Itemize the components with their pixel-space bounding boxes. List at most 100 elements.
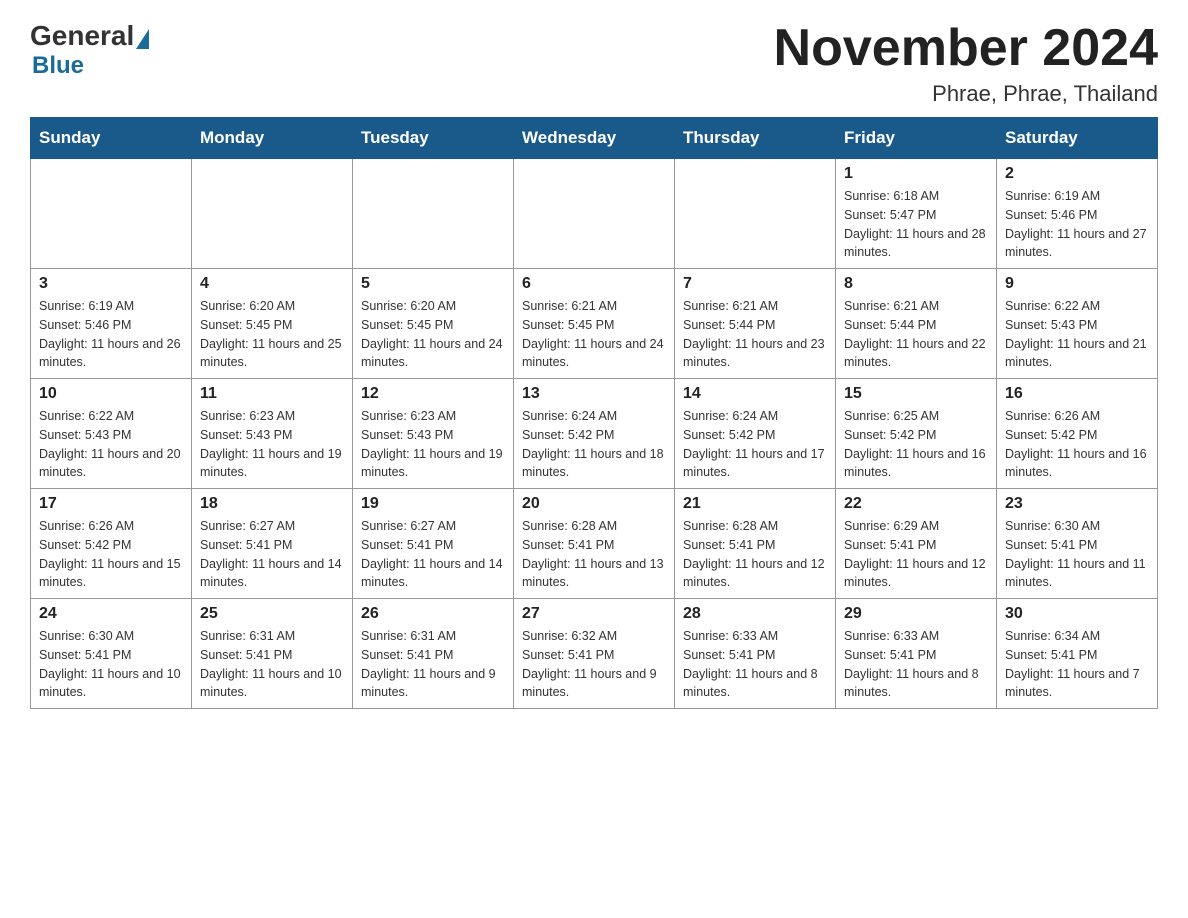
month-title: November 2024 <box>774 20 1158 77</box>
day-number: 13 <box>522 385 666 403</box>
day-info: Sunrise: 6:25 AM Sunset: 5:42 PM Dayligh… <box>844 407 988 482</box>
day-number: 27 <box>522 605 666 623</box>
table-row: 23 Sunrise: 6:30 AM Sunset: 5:41 PM Dayli… <box>997 489 1158 599</box>
day-info: Sunrise: 6:23 AM Sunset: 5:43 PM Dayligh… <box>361 407 505 482</box>
day-info: Sunrise: 6:19 AM Sunset: 5:46 PM Dayligh… <box>1005 187 1149 262</box>
logo: General Blue <box>30 20 149 80</box>
table-row: 26Sunrise: 6:31 AM Sunset: 5:41 PM Dayli… <box>353 599 514 709</box>
table-row: 2 Sunrise: 6:19 AM Sunset: 5:46 PM Daylig… <box>997 159 1158 269</box>
day-number: 24 <box>39 605 183 623</box>
day-number: 29 <box>844 605 988 623</box>
table-row: 22Sunrise: 6:29 AM Sunset: 5:41 PM Dayli… <box>836 489 997 599</box>
logo-blue-text: Blue <box>32 52 84 80</box>
col-monday: Monday <box>192 118 353 159</box>
day-info: Sunrise: 6:28 AM Sunset: 5:41 PM Dayligh… <box>522 517 666 592</box>
day-info: Sunrise: 6:19 AM Sunset: 5:46 PM Dayligh… <box>39 297 183 372</box>
calendar-week-row: 10 Sunrise: 6:22 AM Sunset: 5:43 PM Dayli… <box>31 379 1158 489</box>
day-info: Sunrise: 6:22 AM Sunset: 5:43 PM Dayligh… <box>39 407 183 482</box>
day-info: Sunrise: 6:28 AM Sunset: 5:41 PM Dayligh… <box>683 517 827 592</box>
day-number: 4 <box>200 275 344 293</box>
day-info: Sunrise: 6:29 AM Sunset: 5:41 PM Dayligh… <box>844 517 988 592</box>
col-wednesday: Wednesday <box>514 118 675 159</box>
col-tuesday: Tuesday <box>353 118 514 159</box>
table-row: 13 Sunrise: 6:24 AM Sunset: 5:42 PM Dayli… <box>514 379 675 489</box>
day-number: 20 <box>522 495 666 513</box>
table-row: 9 Sunrise: 6:22 AM Sunset: 5:43 PM Daylig… <box>997 269 1158 379</box>
table-row: 25 Sunrise: 6:31 AM Sunset: 5:41 PM Dayli… <box>192 599 353 709</box>
table-row: 20 Sunrise: 6:28 AM Sunset: 5:41 PM Dayli… <box>514 489 675 599</box>
col-sunday: Sunday <box>31 118 192 159</box>
table-row: 4 Sunrise: 6:20 AM Sunset: 5:45 PM Daylig… <box>192 269 353 379</box>
day-info: Sunrise: 6:20 AM Sunset: 5:45 PM Dayligh… <box>361 297 505 372</box>
table-row <box>675 159 836 269</box>
col-saturday: Saturday <box>997 118 1158 159</box>
table-row <box>192 159 353 269</box>
day-number: 23 <box>1005 495 1149 513</box>
day-info: Sunrise: 6:30 AM Sunset: 5:41 PM Dayligh… <box>1005 517 1149 592</box>
day-info: Sunrise: 6:32 AM Sunset: 5:41 PM Dayligh… <box>522 627 666 702</box>
day-number: 15 <box>844 385 988 403</box>
table-row: 15 Sunrise: 6:25 AM Sunset: 5:42 PM Dayli… <box>836 379 997 489</box>
day-number: 17 <box>39 495 183 513</box>
day-number: 19 <box>361 495 505 513</box>
day-number: 6 <box>522 275 666 293</box>
day-number: 26 <box>361 605 505 623</box>
title-area: November 2024 Phrae, Phrae, Thailand <box>774 20 1158 107</box>
day-info: Sunrise: 6:21 AM Sunset: 5:44 PM Dayligh… <box>683 297 827 372</box>
table-row: 6Sunrise: 6:21 AM Sunset: 5:45 PM Daylig… <box>514 269 675 379</box>
day-info: Sunrise: 6:20 AM Sunset: 5:45 PM Dayligh… <box>200 297 344 372</box>
day-number: 16 <box>1005 385 1149 403</box>
col-thursday: Thursday <box>675 118 836 159</box>
table-row: 7Sunrise: 6:21 AM Sunset: 5:44 PM Daylig… <box>675 269 836 379</box>
day-number: 11 <box>200 385 344 403</box>
day-info: Sunrise: 6:30 AM Sunset: 5:41 PM Dayligh… <box>39 627 183 702</box>
table-row: 28 Sunrise: 6:33 AM Sunset: 5:41 PM Dayli… <box>675 599 836 709</box>
table-row: 14 Sunrise: 6:24 AM Sunset: 5:42 PM Dayli… <box>675 379 836 489</box>
day-info: Sunrise: 6:23 AM Sunset: 5:43 PM Dayligh… <box>200 407 344 482</box>
table-row <box>353 159 514 269</box>
day-info: Sunrise: 6:26 AM Sunset: 5:42 PM Dayligh… <box>39 517 183 592</box>
table-row: 24 Sunrise: 6:30 AM Sunset: 5:41 PM Dayli… <box>31 599 192 709</box>
day-number: 18 <box>200 495 344 513</box>
day-number: 12 <box>361 385 505 403</box>
day-info: Sunrise: 6:22 AM Sunset: 5:43 PM Dayligh… <box>1005 297 1149 372</box>
header: General Blue November 2024 Phrae, Phrae,… <box>30 20 1158 107</box>
day-info: Sunrise: 6:33 AM Sunset: 5:41 PM Dayligh… <box>844 627 988 702</box>
day-number: 2 <box>1005 165 1149 183</box>
calendar-week-row: 24 Sunrise: 6:30 AM Sunset: 5:41 PM Dayli… <box>31 599 1158 709</box>
day-number: 10 <box>39 385 183 403</box>
calendar-week-row: 1Sunrise: 6:18 AM Sunset: 5:47 PM Daylig… <box>31 159 1158 269</box>
calendar-table: Sunday Monday Tuesday Wednesday Thursday… <box>30 117 1158 709</box>
day-info: Sunrise: 6:21 AM Sunset: 5:44 PM Dayligh… <box>844 297 988 372</box>
table-row <box>31 159 192 269</box>
day-info: Sunrise: 6:34 AM Sunset: 5:41 PM Dayligh… <box>1005 627 1149 702</box>
day-info: Sunrise: 6:24 AM Sunset: 5:42 PM Dayligh… <box>683 407 827 482</box>
day-number: 21 <box>683 495 827 513</box>
table-row: 27 Sunrise: 6:32 AM Sunset: 5:41 PM Dayli… <box>514 599 675 709</box>
location-title: Phrae, Phrae, Thailand <box>774 81 1158 107</box>
day-number: 14 <box>683 385 827 403</box>
table-row: 18 Sunrise: 6:27 AM Sunset: 5:41 PM Dayli… <box>192 489 353 599</box>
table-row: 10 Sunrise: 6:22 AM Sunset: 5:43 PM Dayli… <box>31 379 192 489</box>
day-info: Sunrise: 6:27 AM Sunset: 5:41 PM Dayligh… <box>200 517 344 592</box>
day-number: 30 <box>1005 605 1149 623</box>
day-number: 25 <box>200 605 344 623</box>
day-info: Sunrise: 6:33 AM Sunset: 5:41 PM Dayligh… <box>683 627 827 702</box>
table-row: 11 Sunrise: 6:23 AM Sunset: 5:43 PM Dayli… <box>192 379 353 489</box>
table-row: 29 Sunrise: 6:33 AM Sunset: 5:41 PM Dayli… <box>836 599 997 709</box>
table-row: 8 Sunrise: 6:21 AM Sunset: 5:44 PM Daylig… <box>836 269 997 379</box>
day-number: 8 <box>844 275 988 293</box>
table-row: 3 Sunrise: 6:19 AM Sunset: 5:46 PM Daylig… <box>31 269 192 379</box>
logo-triangle-icon <box>136 29 149 49</box>
table-row <box>514 159 675 269</box>
day-info: Sunrise: 6:31 AM Sunset: 5:41 PM Dayligh… <box>200 627 344 702</box>
day-number: 28 <box>683 605 827 623</box>
calendar-week-row: 17 Sunrise: 6:26 AM Sunset: 5:42 PM Dayli… <box>31 489 1158 599</box>
day-number: 3 <box>39 275 183 293</box>
table-row: 5Sunrise: 6:20 AM Sunset: 5:45 PM Daylig… <box>353 269 514 379</box>
table-row: 16Sunrise: 6:26 AM Sunset: 5:42 PM Dayli… <box>997 379 1158 489</box>
day-info: Sunrise: 6:27 AM Sunset: 5:41 PM Dayligh… <box>361 517 505 592</box>
table-row: 1Sunrise: 6:18 AM Sunset: 5:47 PM Daylig… <box>836 159 997 269</box>
day-info: Sunrise: 6:24 AM Sunset: 5:42 PM Dayligh… <box>522 407 666 482</box>
day-number: 9 <box>1005 275 1149 293</box>
